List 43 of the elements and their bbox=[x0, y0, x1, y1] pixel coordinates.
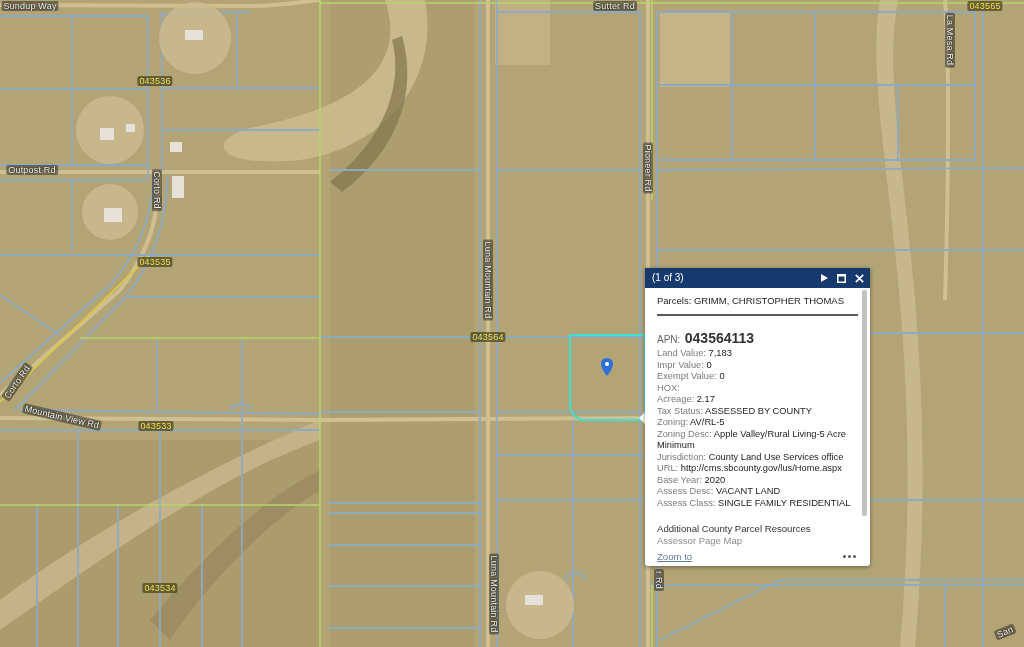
building bbox=[170, 142, 182, 152]
play-icon[interactable] bbox=[821, 274, 828, 282]
parcel-attribute: Zoning: AV/RL-5 bbox=[657, 417, 726, 429]
bare-field bbox=[495, 0, 550, 65]
resource-link[interactable]: Assessor Page Map bbox=[657, 535, 742, 547]
building bbox=[104, 208, 122, 222]
parcel-attribute: Assess Desc: VACANT LAND bbox=[657, 486, 782, 498]
dirt-clearing bbox=[159, 2, 231, 74]
page-counter: (1 of 3) bbox=[652, 272, 685, 284]
zoom-to-link[interactable]: Zoom to bbox=[657, 550, 693, 562]
parcel-number-label: 043565 bbox=[967, 1, 1003, 11]
parcel-attribute: Zoning Desc: Apple Valley/Rural Living-5 Acre Minimum bbox=[657, 428, 847, 452]
parcel-number-label: 043534 bbox=[142, 583, 178, 593]
parcel-attribute: Acreage: 2.17 bbox=[657, 394, 716, 406]
parcel-attribute: Land Value: 7,183 bbox=[657, 348, 733, 360]
close-icon[interactable] bbox=[855, 273, 864, 283]
parcel-attribute: Impr Value: 0 bbox=[657, 359, 713, 371]
parcel-number-label: 043533 bbox=[138, 421, 174, 431]
parcel-attribute: Base Year: 2020 bbox=[657, 474, 727, 486]
building bbox=[525, 595, 543, 605]
building bbox=[185, 30, 203, 40]
parcel-attribute: Assess Class: SINGLE FAMILY RESIDENTIAL bbox=[657, 497, 852, 509]
section-heading: Additional County Parcel Resources bbox=[657, 523, 812, 535]
map-pin-icon[interactable] bbox=[601, 358, 613, 376]
popup-title: Parcels: GRIMM, CHRISTOPHER THOMAS bbox=[657, 294, 846, 308]
more-icon[interactable] bbox=[843, 554, 856, 558]
parcel-attribute: HOX: bbox=[657, 382, 681, 394]
apn-field: APN: 043564113 bbox=[657, 330, 860, 348]
parcel-number-label: 043564 bbox=[470, 332, 506, 342]
parcel-attribute: Exempt Value: 0 bbox=[657, 371, 726, 383]
parcel-attribute: Jurisdiction: County Land Use Services office bbox=[657, 451, 845, 463]
dirt-clearing bbox=[82, 184, 138, 240]
parcel-number-label: 043536 bbox=[137, 76, 173, 86]
maximize-icon[interactable] bbox=[837, 273, 846, 283]
dirt-clearing bbox=[76, 96, 144, 164]
parcel-number-label: 043535 bbox=[137, 257, 173, 267]
dirt-clearing bbox=[506, 571, 574, 639]
parcel-attribute: URL: http://cms.sbcounty.gov/lus/Home.aspx bbox=[657, 463, 843, 475]
building bbox=[100, 128, 114, 140]
parcel-attribute: Tax Status: ASSESSED BY COUNTY bbox=[657, 405, 813, 417]
building bbox=[172, 176, 184, 198]
building bbox=[126, 124, 135, 132]
scrollbar[interactable] bbox=[862, 290, 867, 516]
